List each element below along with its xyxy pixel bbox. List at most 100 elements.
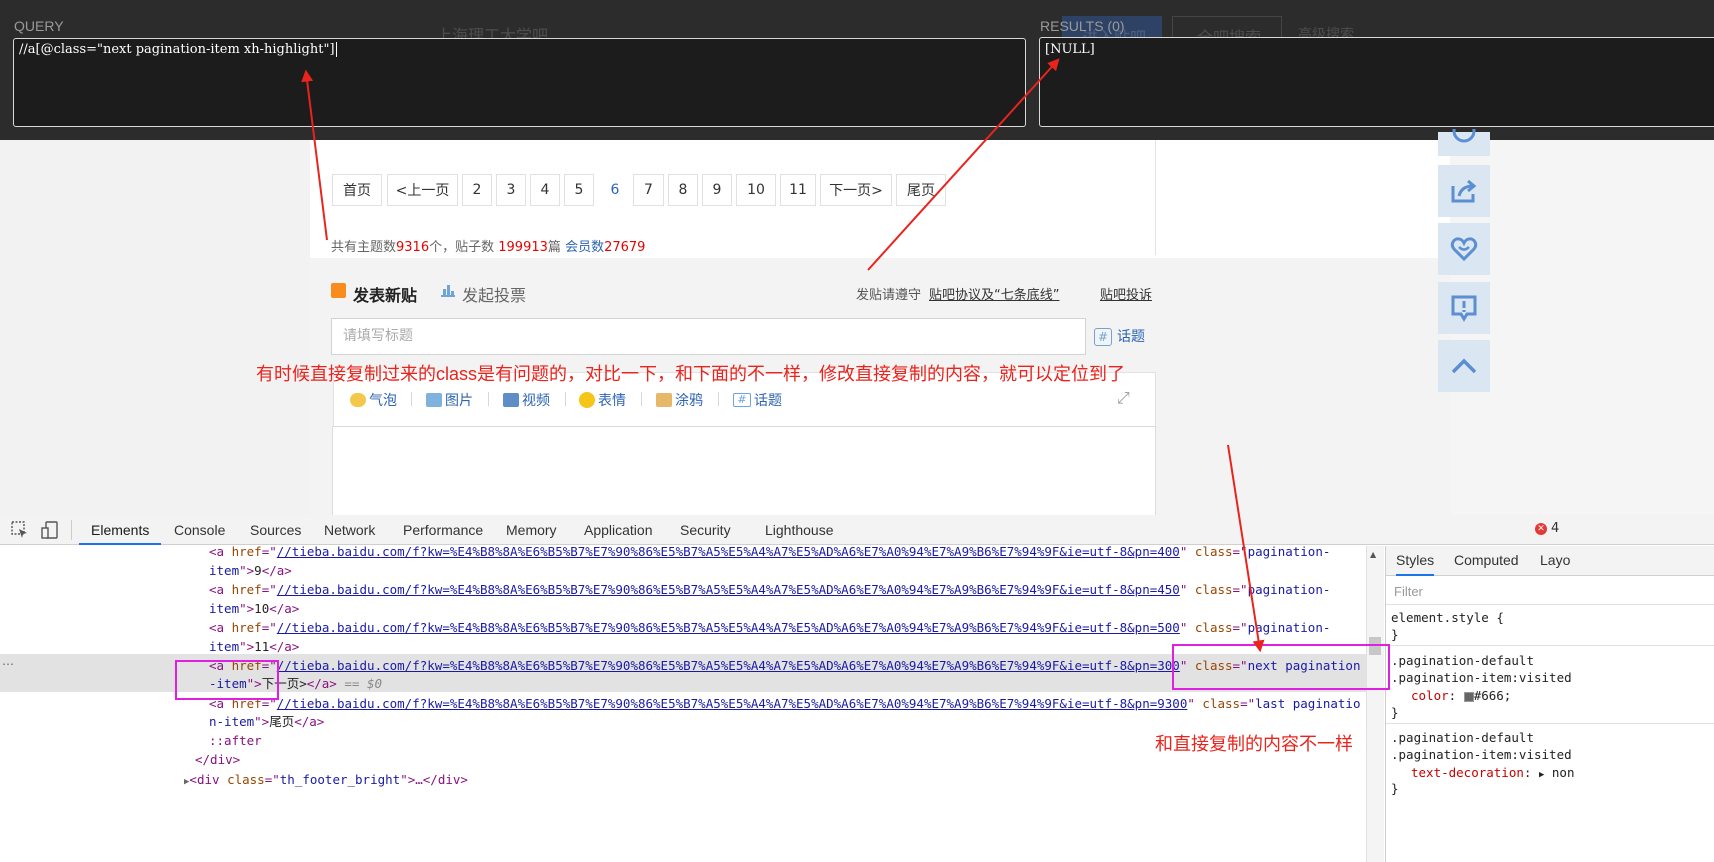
rail-button-favorite[interactable] [1438, 223, 1490, 275]
href-prefix[interactable]: //tieba.baidu.com/f?kw=%E4%B8%8A%E6%B5%B… [277, 658, 1158, 673]
topic-button[interactable]: # 话题 [1094, 326, 1145, 346]
error-counter[interactable]: ✕ 4 [1535, 521, 1559, 536]
page-link[interactable]: 11 [780, 174, 816, 206]
href-pn[interactable]: 400 [1157, 544, 1180, 559]
href-prefix[interactable]: //tieba.baidu.com/f?kw=%E4%B8%8A%E6%B5%B… [277, 544, 1158, 559]
query-input[interactable]: //a[@class="next pagination-item xh-high… [13, 38, 1026, 127]
tool-label: 图片 [445, 393, 473, 409]
rule-divider [1386, 723, 1714, 724]
rule-selector[interactable]: .pagination-item:visited [1391, 669, 1572, 686]
page-link[interactable]: 5 [564, 174, 594, 206]
edit-icon [331, 283, 346, 298]
rule-close: } [1391, 705, 1399, 720]
tab-security[interactable]: Security [680, 515, 731, 545]
css-declaration[interactable]: color: #666; [1411, 687, 1511, 704]
tool-emoji[interactable]: 表情 [579, 390, 626, 410]
rail-button-report[interactable] [1438, 282, 1490, 334]
results-output[interactable]: [NULL] [1039, 37, 1714, 127]
expand-icon[interactable]: ⤢ [1117, 388, 1136, 407]
tool-topic[interactable]: # 话题 [733, 390, 782, 410]
dom-close-div[interactable]: </div> [195, 750, 240, 769]
dom-node-a-cont[interactable]: item">10</a> [209, 599, 299, 618]
post-title-input[interactable]: 请填写标题 [331, 318, 1086, 355]
dom-footer-div[interactable]: ▶<div class="th_footer_bright">…</div> [184, 770, 468, 792]
href-pn[interactable]: 9300 [1157, 696, 1187, 711]
page-link[interactable]: 10 [736, 174, 776, 206]
page-prev-link[interactable]: <上一页 [387, 174, 458, 206]
tool-bubble[interactable]: 气泡 [350, 390, 397, 410]
tool-image[interactable]: 图片 [426, 390, 473, 410]
heart-icon [1450, 237, 1478, 262]
more-icon[interactable]: ⋯ [2, 657, 14, 671]
page-link[interactable]: 3 [496, 174, 526, 206]
rule-selector[interactable]: .pagination-item:visited [1391, 746, 1572, 763]
rule-selector[interactable]: .pagination-default [1391, 729, 1534, 746]
post-title: 发表新贴 [353, 286, 418, 305]
scroll-up-icon[interactable]: ▲ [1370, 550, 1376, 559]
rules-link[interactable]: 贴吧协议及“七条底线” [929, 284, 1059, 303]
rule-selector[interactable]: .pagination-default [1391, 652, 1534, 669]
report-link[interactable]: 贴吧投诉 [1100, 284, 1152, 303]
dom-node-a[interactable]: <a href="//tieba.baidu.com/f?kw=%E4%B8%8… [209, 542, 1330, 561]
dom-node-a[interactable]: <a href="//tieba.baidu.com/f?kw=%E4%B8%8… [209, 580, 1330, 599]
dom-node-a-cont[interactable]: item">11</a> [209, 637, 299, 656]
tab-computed[interactable]: Computed [1454, 552, 1519, 568]
dom-node-a[interactable]: <a href="//tieba.baidu.com/f?kw=%E4%B8%8… [209, 618, 1330, 637]
dom-node-a-last-cont[interactable]: n-item">尾页</a> [209, 712, 324, 731]
color-swatch[interactable] [1463, 691, 1474, 702]
poll-link[interactable]: 发起投票 [462, 282, 526, 306]
page-link[interactable]: 9 [702, 174, 732, 206]
tab-layout[interactable]: Layo [1540, 552, 1570, 568]
toolbar-divider [641, 392, 642, 406]
href-pn[interactable]: 500 [1157, 620, 1180, 635]
doodle-icon [656, 393, 672, 407]
tab-styles[interactable]: Styles [1396, 552, 1435, 576]
css-declaration[interactable]: text-decoration: ▶ non [1411, 764, 1574, 784]
expand-triangle-icon[interactable]: ▶ [1539, 770, 1544, 780]
page-link[interactable]: 4 [530, 174, 560, 206]
element-style-rule[interactable]: element.style { [1391, 609, 1504, 626]
tab-memory[interactable]: Memory [506, 515, 557, 545]
href-prefix[interactable]: //tieba.baidu.com/f?kw=%E4%B8%8A%E6%B5%B… [277, 620, 1158, 635]
poll-icon [441, 284, 455, 297]
tab-elements[interactable]: Elements [79, 515, 162, 545]
node-text: 9 [254, 563, 262, 578]
page-link[interactable]: 2 [462, 174, 492, 206]
dom-pseudo-after[interactable]: ::after [209, 731, 262, 750]
page-next-link[interactable]: 下一页> [820, 174, 892, 206]
inspect-icon[interactable] [11, 521, 29, 539]
dom-node-a-last[interactable]: <a href="//tieba.baidu.com/f?kw=%E4%B8%8… [209, 694, 1360, 713]
toolbar-divider [565, 392, 566, 406]
hash-icon: # [1094, 328, 1112, 346]
tool-label: 话题 [754, 393, 782, 409]
attr-class: pagination- [1247, 620, 1331, 635]
rail-button-refresh[interactable] [1438, 129, 1490, 156]
tab-application[interactable]: Application [584, 515, 653, 545]
dom-scrollbar[interactable] [1366, 546, 1384, 862]
text-caret [335, 42, 337, 57]
tool-doodle[interactable]: 涂鸦 [656, 390, 703, 410]
href-prefix[interactable]: //tieba.baidu.com/f?kw=%E4%B8%8A%E6%B5%B… [277, 696, 1158, 711]
results-value: [NULL] [1045, 42, 1095, 57]
page-first-link[interactable]: 首页 [332, 174, 382, 206]
tab-sources[interactable]: Sources [250, 515, 301, 545]
tool-video[interactable]: 视频 [503, 390, 550, 410]
refresh-icon [1452, 129, 1476, 143]
tab-console[interactable]: Console [174, 515, 225, 545]
tab-lighthouse[interactable]: Lighthouse [765, 515, 834, 545]
tab-performance[interactable]: Performance [403, 515, 483, 545]
href-pn[interactable]: 450 [1157, 582, 1180, 597]
stats-members-label[interactable]: 会员数 [565, 240, 604, 255]
page-link[interactable]: 8 [668, 174, 698, 206]
href-prefix[interactable]: //tieba.baidu.com/f?kw=%E4%B8%8A%E6%B5%B… [277, 582, 1158, 597]
device-toggle-icon[interactable] [41, 521, 59, 539]
styles-filter-input[interactable]: Filter [1394, 584, 1423, 599]
rail-button-top[interactable] [1438, 340, 1490, 392]
page-last-link[interactable]: 尾页 [896, 174, 946, 206]
tab-network[interactable]: Network [324, 515, 375, 545]
content-divider [1155, 140, 1156, 255]
toolbar-divider [718, 392, 719, 406]
page-link[interactable]: 7 [633, 174, 664, 206]
rail-button-share[interactable] [1438, 165, 1490, 217]
dom-node-a-cont[interactable]: item">9</a> [209, 561, 292, 580]
